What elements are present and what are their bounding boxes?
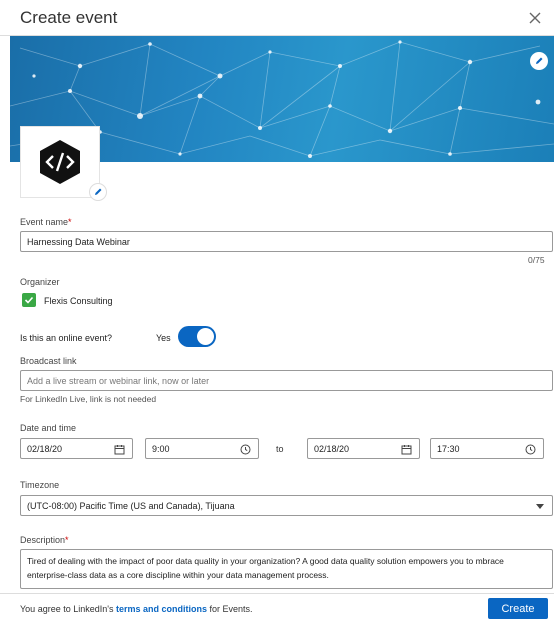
terms-suffix: for Events. (206, 604, 253, 614)
end-time-input[interactable]: 17:30 (430, 438, 544, 459)
end-date-input[interactable]: 02/18/20 (307, 438, 420, 459)
calendar-icon (401, 444, 411, 454)
broadcast-placeholder: Add a live stream or webinar link, now o… (27, 375, 210, 386)
timezone-label: Timezone (20, 480, 60, 490)
modal-header: Create event (0, 0, 554, 36)
create-button[interactable]: Create (488, 598, 548, 619)
event-name-value: Harnessing Data Webinar (27, 236, 130, 247)
description-label: Description* (20, 535, 69, 545)
event-name-input[interactable]: Harnessing Data Webinar (20, 231, 553, 252)
description-label-text: Description (20, 535, 66, 545)
broadcast-helper-text: For LinkedIn Live, link is not needed (20, 394, 157, 404)
terms-notice: You agree to LinkedIn's terms and condit… (20, 604, 253, 614)
broadcast-link-label: Broadcast link (20, 356, 77, 366)
clock-icon (525, 444, 535, 454)
organizer-badge (22, 293, 36, 307)
toggle-knob (197, 328, 214, 345)
event-name-label-text: Event name (20, 217, 69, 227)
calendar-icon (114, 444, 124, 454)
code-hexagon-icon (40, 140, 80, 184)
date-time-label: Date and time (20, 423, 77, 433)
broadcast-link-input[interactable]: Add a live stream or webinar link, now o… (20, 370, 553, 391)
start-time-value: 9:00 (152, 443, 170, 454)
start-date-input[interactable]: 02/18/20 (20, 438, 133, 459)
timezone-value: (UTC-08:00) Pacific Time (US and Canada)… (27, 500, 235, 511)
clock-icon (240, 444, 250, 454)
terms-prefix: You agree to LinkedIn's (20, 604, 116, 614)
start-time-input[interactable]: 9:00 (145, 438, 259, 459)
date-range-separator: to (276, 444, 284, 454)
timezone-select[interactable]: (UTC-08:00) Pacific Time (US and Canada)… (20, 495, 553, 516)
event-name-label: Event name* (20, 217, 72, 227)
end-date-picker[interactable] (399, 442, 413, 456)
terms-link[interactable]: terms and conditions (116, 604, 207, 614)
edit-logo-button[interactable] (89, 183, 107, 201)
online-event-toggle[interactable] (178, 326, 216, 347)
online-event-label: Is this an online event? (20, 333, 113, 343)
description-textarea[interactable]: Tired of dealing with the impact of poor… (20, 549, 553, 589)
check-icon (24, 296, 34, 304)
end-time-picker[interactable] (523, 442, 537, 456)
end-date-value: 02/18/20 (314, 443, 350, 454)
edit-cover-button[interactable] (530, 52, 548, 70)
modal-footer: You agree to LinkedIn's terms and condit… (0, 593, 554, 620)
online-toggle-label: Yes (156, 333, 171, 343)
modal-title: Create event (20, 8, 118, 27)
pencil-icon (95, 188, 102, 195)
required-mark: * (68, 217, 72, 227)
organizer-name: Flexis Consulting (44, 296, 113, 306)
char-counter: 0/75 (528, 255, 545, 265)
chevron-down-icon (536, 504, 544, 509)
organizer-label: Organizer (20, 277, 60, 287)
close-button[interactable] (524, 7, 546, 29)
event-logo (20, 126, 100, 198)
required-mark: * (65, 535, 69, 545)
end-time-value: 17:30 (437, 443, 460, 454)
start-time-picker[interactable] (238, 442, 252, 456)
pencil-icon (536, 57, 543, 64)
start-date-value: 02/18/20 (27, 443, 63, 454)
start-date-picker[interactable] (112, 442, 126, 456)
close-icon (529, 12, 541, 24)
